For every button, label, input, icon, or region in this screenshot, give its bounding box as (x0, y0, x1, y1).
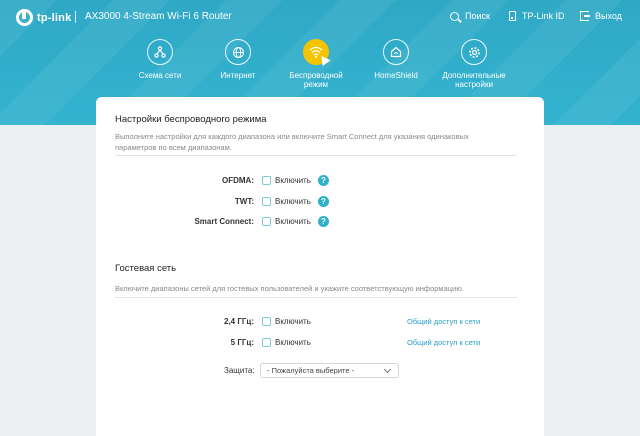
security-select[interactable]: - Пожалуйста выберите - (260, 363, 399, 378)
guest-network-title: Гостевая сеть (115, 263, 177, 274)
tplink-logo-icon (16, 9, 33, 26)
search-label: Поиск (465, 11, 490, 21)
search-icon (450, 11, 459, 21)
section-divider (115, 297, 517, 298)
nav-homeshield[interactable]: HomeShield (356, 39, 436, 80)
header-divider (75, 11, 76, 23)
help-icon[interactable]: ? (318, 216, 329, 227)
band-24-share-link[interactable]: Общий доступ к сети (407, 317, 480, 326)
smart-connect-checkbox[interactable] (262, 217, 271, 226)
band-5-checkbox[interactable] (262, 338, 271, 347)
globe-icon (225, 39, 251, 65)
tplink-id-link[interactable]: TP-Link ID (509, 11, 565, 21)
wireless-desc-line1: Выполните настройки для каждого диапазон… (115, 132, 469, 141)
nav-label-internet: Интернет (220, 71, 256, 80)
nav-label-wireless-line2: режим (303, 80, 329, 89)
twt-checkbox[interactable] (262, 197, 271, 206)
band-5-share-link[interactable]: Общий доступ к сети (407, 338, 480, 347)
help-icon[interactable]: ? (318, 196, 329, 207)
twt-label: TWT: (234, 197, 254, 206)
nav-label-wireless-line1: Беспроводной (289, 71, 343, 80)
nav-label-advanced: Дополнительные настройки (434, 71, 514, 89)
logout-label: Выход (595, 11, 622, 21)
nav-network-map[interactable]: Схема сети (120, 39, 200, 80)
nav-label-homeshield: HomeShield (374, 71, 418, 80)
band-5-label: 5 ГГц: (230, 338, 254, 347)
nav-label-advanced-line1: Дополнительные (442, 71, 506, 80)
nav-label-network-map: Схема сети (138, 71, 182, 80)
top-bar: tp-link AX3000 4-Stream Wi-Fi 6 Router П… (0, 0, 640, 34)
wireless-settings-desc: Выполните настройки для каждого диапазон… (115, 131, 535, 153)
wireless-desc-line2: параметров по всем диапазонам. (115, 143, 232, 152)
wifi-icon (303, 39, 331, 67)
nav-label-advanced-line2: настройки (455, 80, 493, 89)
nav-internet[interactable]: Интернет (198, 39, 278, 80)
security-label: Защита: (224, 366, 255, 375)
logo-text: tp-link (37, 11, 72, 24)
ofdma-checkbox[interactable] (262, 176, 271, 185)
product-name: AX3000 4-Stream Wi-Fi 6 Router (85, 11, 232, 22)
band-24-checkbox[interactable] (262, 317, 271, 326)
twt-enable-text[interactable]: Включить (275, 197, 311, 206)
band-24-enable-text[interactable]: Включить (275, 317, 311, 326)
guest-network-desc: Включите диапазоны сетей для гостевых по… (115, 284, 464, 293)
nav-advanced[interactable]: Дополнительные настройки (434, 39, 514, 89)
chevron-down-icon (383, 365, 392, 374)
home-shield-icon (383, 39, 409, 65)
smart-connect-label: Smart Connect: (194, 217, 254, 226)
smart-connect-enable-text[interactable]: Включить (275, 217, 311, 226)
band-24-label: 2,4 ГГц: (224, 317, 254, 326)
band-5-enable-text[interactable]: Включить (275, 338, 311, 347)
gear-icon (461, 39, 487, 65)
ofdma-enable-text[interactable]: Включить (275, 176, 311, 185)
tplink-logo[interactable]: tp-link (16, 9, 71, 26)
phone-icon (509, 11, 516, 21)
help-icon[interactable]: ? (318, 175, 329, 186)
security-select-value: - Пожалуйста выберите - (267, 366, 355, 375)
ofdma-label: OFDMA: (222, 176, 254, 185)
search-link[interactable]: Поиск (450, 11, 490, 21)
network-map-icon (147, 39, 173, 65)
logout-icon (580, 11, 590, 21)
section-divider (115, 155, 517, 156)
wireless-settings-title: Настройки беспроводного режима (115, 114, 267, 125)
nav-label-wireless: Беспроводной режим (276, 71, 356, 89)
settings-card: Настройки беспроводного режима Выполните… (96, 97, 544, 436)
tplink-id-label: TP-Link ID (522, 11, 565, 21)
logout-link[interactable]: Выход (580, 11, 622, 21)
nav-wireless[interactable]: Беспроводной режим (276, 39, 356, 89)
